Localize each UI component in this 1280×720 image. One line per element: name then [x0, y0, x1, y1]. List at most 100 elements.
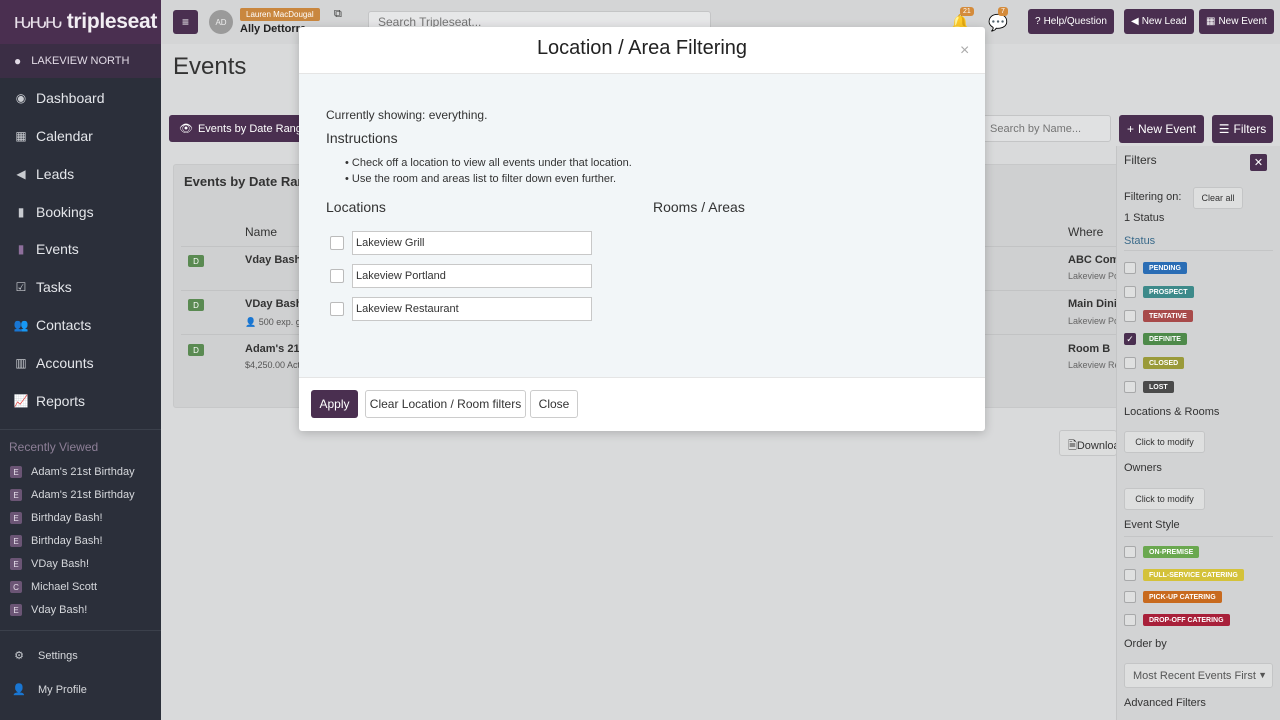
event-badge-icon: E: [10, 489, 22, 501]
user-icon: 👤: [12, 684, 26, 696]
user-name[interactable]: Ally Dettorre: [240, 23, 306, 35]
map-pin-icon: ●: [14, 54, 22, 68]
modal-title: Location / Area Filtering: [536, 37, 748, 59]
logo-mark-icon: ԋԋԋ: [14, 10, 63, 33]
apply-button[interactable]: Apply: [311, 390, 358, 418]
sidebar-item-bookings[interactable]: ▮ Bookings: [0, 197, 161, 227]
new-event-label: New Event: [1218, 16, 1267, 27]
order-by-select[interactable]: Most Recent Events First ▼: [1124, 663, 1273, 688]
sidebar-item-accounts[interactable]: ▥ Accounts: [0, 348, 161, 378]
chat-icon[interactable]: 💬 7: [988, 7, 1008, 33]
column-header-name[interactable]: Name: [245, 225, 277, 239]
logo[interactable]: ԋԋԋ tripleseat: [0, 0, 161, 44]
status-checkbox-pending[interactable]: [1124, 262, 1136, 274]
status-checkbox-lost[interactable]: [1124, 381, 1136, 393]
column-header-where[interactable]: Where: [1068, 225, 1103, 239]
advanced-filters-link[interactable]: Advanced Filters: [1124, 697, 1206, 709]
new-lead-label: New Lead: [1141, 16, 1187, 27]
person-icon: 👤: [245, 317, 257, 327]
location-item[interactable]: Lakeview Portland: [352, 264, 592, 288]
event-name[interactable]: Vday Bash!: [245, 254, 305, 266]
sidebar-item-tasks[interactable]: ☑ Tasks: [0, 272, 161, 302]
view-selector-button[interactable]: 👁 Events by Date Range: [169, 115, 309, 142]
location-item[interactable]: Lakeview Restaurant: [352, 297, 592, 321]
owners-modify-button[interactable]: Click to modify: [1124, 488, 1205, 510]
recent-item-label: Adam's 21st Birthday: [31, 466, 135, 478]
sidebar-item-contacts[interactable]: 👥 Contacts: [0, 310, 161, 340]
bookmark-icon: ▮: [17, 205, 25, 219]
notification-count: 21: [960, 7, 974, 16]
recent-item[interactable]: E Vday Bash!: [10, 601, 87, 619]
settings-link[interactable]: ⚙ Settings: [12, 649, 78, 663]
new-event-button[interactable]: + New Event: [1119, 115, 1204, 143]
recent-item[interactable]: E Adam's 21st Birthday: [10, 486, 135, 504]
help-button[interactable]: ? Help/Question: [1028, 9, 1114, 34]
checkbox-icon: ☑: [15, 280, 27, 294]
profile-link[interactable]: 👤 My Profile: [12, 683, 87, 697]
download-label: Download: [1076, 440, 1116, 452]
clear-filters-button[interactable]: Clear Location / Room filters: [365, 390, 526, 418]
sidebar-item-events[interactable]: ▮ Events: [0, 234, 161, 264]
status-checkbox-definite[interactable]: ✓: [1124, 333, 1136, 345]
download-button[interactable]: 🗎Download: [1059, 430, 1117, 456]
style-tag-full-service: FULL-SERVICE CATERING: [1143, 569, 1244, 581]
menu-toggle-button[interactable]: ≡: [173, 10, 198, 34]
event-search-input[interactable]: [981, 115, 1111, 142]
status-checkbox-tentative[interactable]: [1124, 310, 1136, 322]
recent-item[interactable]: E Birthday Bash!: [10, 532, 103, 550]
sidebar-item-dashboard[interactable]: ◉ Dashboard: [0, 83, 161, 113]
close-button[interactable]: Close: [530, 390, 578, 418]
megaphone-icon: ◀: [16, 167, 26, 181]
location-checkbox[interactable]: [330, 302, 344, 316]
status-badge: D: [188, 255, 204, 267]
external-link-icon[interactable]: ⧉: [334, 8, 342, 21]
style-checkbox-full-service[interactable]: [1124, 569, 1136, 581]
status-checkbox-prospect[interactable]: [1124, 286, 1136, 298]
question-icon: ?: [1035, 16, 1041, 27]
location-name: LAKEVIEW NORTH: [31, 55, 130, 67]
status-tag-closed: CLOSED: [1143, 357, 1185, 369]
locations-title: Locations: [326, 199, 386, 215]
recent-item-label: Birthday Bash!: [31, 512, 103, 524]
sidebar-item-leads[interactable]: ◀ Leads: [0, 159, 161, 189]
file-icon: 🗎: [1068, 440, 1077, 452]
status-count: 1 Status: [1124, 212, 1165, 224]
event-name[interactable]: VDay Bash!: [245, 298, 306, 310]
sidebar-divider: [0, 630, 161, 631]
divider: [1124, 536, 1273, 537]
event-badge-icon: E: [10, 604, 22, 616]
recent-item[interactable]: E VDay Bash!: [10, 555, 89, 573]
recent-item[interactable]: C Michael Scott: [10, 578, 97, 596]
style-checkbox-drop-off[interactable]: [1124, 614, 1136, 626]
close-icon[interactable]: ×: [960, 42, 969, 60]
recent-item-label: Michael Scott: [31, 581, 98, 593]
new-event-top-button[interactable]: ▦ New Event: [1199, 9, 1274, 34]
sidebar-item-reports[interactable]: 📈 Reports: [0, 386, 161, 416]
currently-showing-text: Currently showing: everything.: [326, 108, 488, 122]
recent-item[interactable]: E Birthday Bash!: [10, 509, 103, 527]
style-checkbox-on-premise[interactable]: [1124, 546, 1136, 558]
event-badge-icon: E: [10, 466, 22, 478]
status-checkbox-closed[interactable]: [1124, 357, 1136, 369]
recent-item[interactable]: E Adam's 21st Birthday: [10, 463, 135, 481]
status-section-label[interactable]: Status: [1124, 235, 1155, 247]
sidebar-item-calendar[interactable]: ▦ Calendar: [0, 121, 161, 151]
sidebar-item-label: Calendar: [36, 128, 93, 144]
new-lead-button[interactable]: ◀ New Lead: [1124, 9, 1194, 34]
location-checkbox[interactable]: [330, 269, 344, 283]
style-checkbox-pick-up[interactable]: [1124, 591, 1136, 603]
instruction-item: • Use the room and areas list to filter …: [345, 173, 617, 185]
style-tag-pick-up: PICK-UP CATERING: [1143, 591, 1222, 603]
locations-modify-button[interactable]: Click to modify: [1124, 431, 1205, 453]
calendar-icon: ▦: [1206, 16, 1216, 27]
avatar[interactable]: AD: [209, 10, 233, 34]
location-selector[interactable]: ● LAKEVIEW NORTH: [0, 44, 161, 78]
filters-button[interactable]: ☰ Filters: [1212, 115, 1273, 143]
owners-label: Owners: [1124, 462, 1162, 474]
clear-all-button[interactable]: Clear all: [1193, 187, 1243, 209]
location-item[interactable]: Lakeview Grill: [352, 231, 592, 255]
filters-close-button[interactable]: ✕: [1250, 154, 1267, 171]
location-checkbox[interactable]: [330, 236, 344, 250]
eye-icon: 👁: [179, 123, 193, 135]
gear-icon: ⚙: [14, 650, 24, 662]
